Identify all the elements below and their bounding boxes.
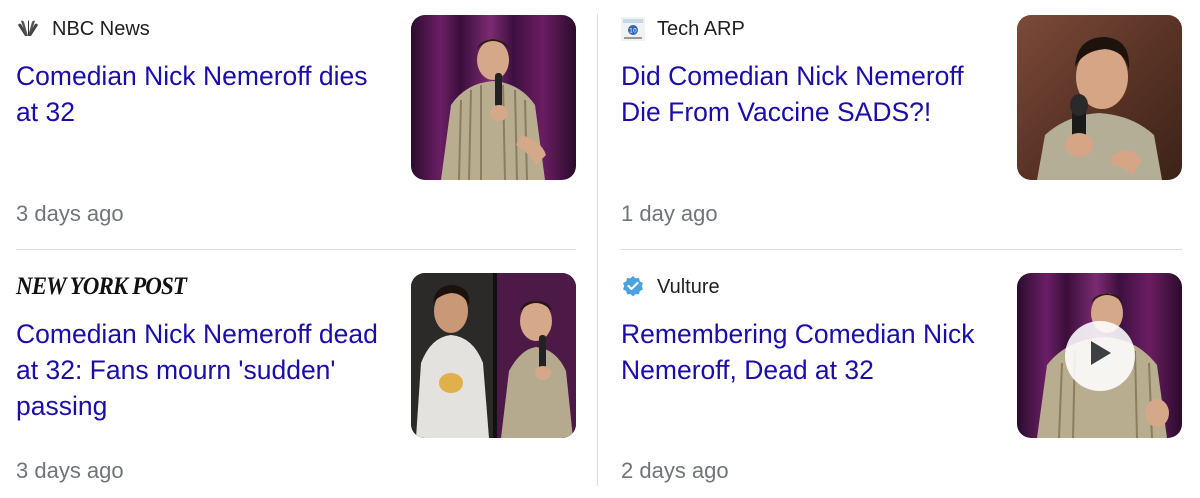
comedian-split-photo[interactable] <box>411 273 576 438</box>
column-divider <box>597 14 598 486</box>
news-card-nypost[interactable]: NEW YORK POST Comedian Nick Nemeroff dea… <box>16 272 577 494</box>
headline-link[interactable]: Comedian Nick Nemeroff dies at 32 <box>16 58 391 130</box>
tech-arp-logo: 10 <box>621 17 645 41</box>
source-name: Tech ARP <box>657 17 745 40</box>
new-york-post-logo: NEW YORK POST <box>16 273 187 300</box>
news-card-techarp[interactable]: 10 Tech ARP Did Comedian Nick Nemeroff D… <box>621 14 1182 249</box>
news-card-nbc[interactable]: NBC News Comedian Nick Nemeroff dies at … <box>16 14 577 249</box>
comedian-closeup-photo[interactable] <box>1017 15 1182 180</box>
row-divider-left <box>16 249 576 250</box>
timestamp: 3 days ago <box>16 201 124 226</box>
headline-link[interactable]: Remembering Comedian Nick Nemeroff, Dead… <box>621 316 996 388</box>
news-results-grid: NBC News Comedian Nick Nemeroff dies at … <box>0 0 1200 498</box>
nbc-peacock-logo <box>16 17 40 41</box>
row-divider-right <box>621 249 1182 250</box>
source: NBC News <box>16 14 150 44</box>
news-card-vulture[interactable]: Vulture Remembering Comedian Nick Nemero… <box>621 272 1182 494</box>
timestamp: 2 days ago <box>621 458 729 483</box>
timestamp: 3 days ago <box>16 458 124 483</box>
source-name: Vulture <box>657 275 720 298</box>
source: 10 Tech ARP <box>621 14 745 44</box>
comedian-on-stage-photo[interactable] <box>411 15 576 180</box>
play-icon <box>1087 339 1113 372</box>
source-name: NBC News <box>52 17 150 40</box>
timestamp: 1 day ago <box>621 201 718 226</box>
headline-link[interactable]: Comedian Nick Nemeroff dead at 32: Fans … <box>16 316 391 424</box>
source: NEW YORK POST <box>16 272 201 302</box>
verified-badge-icon <box>621 275 645 299</box>
play-button[interactable] <box>1064 320 1135 391</box>
svg-text:10: 10 <box>629 28 637 35</box>
headline-link[interactable]: Did Comedian Nick Nemeroff Die From Vacc… <box>621 58 996 130</box>
comedian-video-thumbnail[interactable] <box>1017 273 1182 438</box>
source: Vulture <box>621 272 720 302</box>
